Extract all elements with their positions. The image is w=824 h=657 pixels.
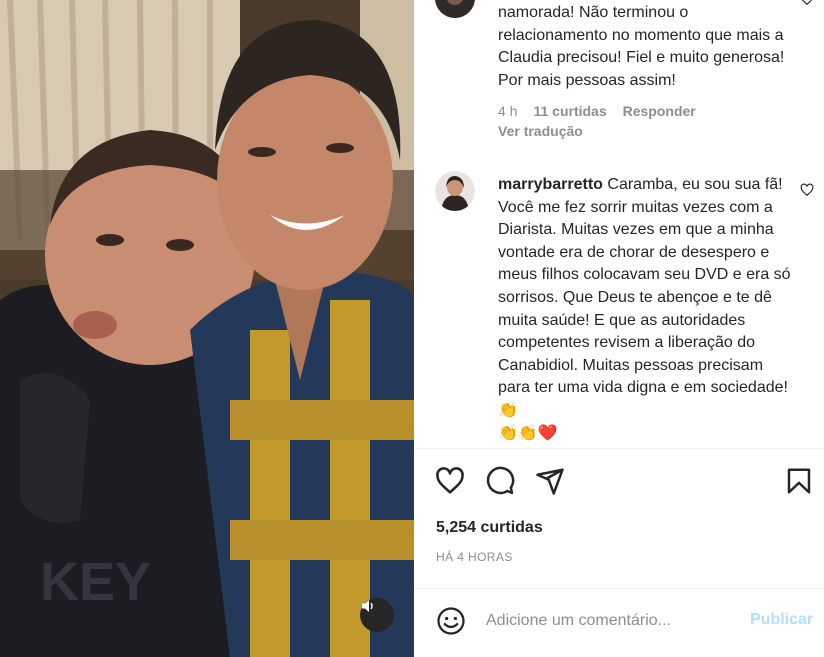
comment-content: Caramba, eu sou sua fã! Você me fez sorr… — [498, 176, 791, 419]
comment-like-icon[interactable] — [800, 0, 814, 6]
comment-likes[interactable]: 11 curtidas — [533, 103, 606, 119]
svg-text:KEY: KEY — [40, 552, 151, 612]
comment-time: 4 h — [498, 103, 518, 119]
likes-count[interactable]: 5,254 curtidas — [436, 519, 543, 537]
comment-meta: 4 h 11 curtidas Responder — [498, 103, 712, 119]
share-send-icon[interactable] — [535, 466, 565, 496]
translate-link[interactable]: Ver tradução — [498, 123, 583, 139]
speaker-icon — [362, 600, 373, 612]
mute-button[interactable] — [360, 598, 394, 632]
comment-username[interactable]: marrybarretto — [498, 176, 603, 193]
avatar[interactable] — [435, 0, 475, 18]
publish-button[interactable]: Publicar — [750, 611, 813, 629]
post-timestamp[interactable]: HÁ 4 HORAS — [436, 550, 513, 564]
comment-text: marrybarretto Caramba, eu sou sua fã! Vo… — [498, 174, 794, 445]
comment-input[interactable] — [486, 606, 736, 636]
post-media[interactable]: KEY — [0, 0, 414, 657]
comment-bubble-icon[interactable] — [485, 466, 515, 496]
add-comment-section: Publicar — [414, 588, 824, 657]
post-actions — [414, 460, 824, 504]
comment-text: namorada! Não terminou o relacionamento … — [498, 4, 785, 89]
comment-like-icon[interactable] — [800, 183, 814, 197]
divider — [414, 448, 824, 449]
post-photo: KEY — [0, 0, 414, 657]
comment-emojis: 👏👏❤️ — [498, 424, 558, 442]
bookmark-icon[interactable] — [784, 466, 814, 496]
post-sidebar: namorada! Não terminou o relacionamento … — [414, 0, 824, 657]
emoji-icon[interactable] — [436, 606, 466, 636]
avatar[interactable] — [435, 171, 475, 211]
reply-button[interactable]: Responder — [623, 103, 696, 119]
like-heart-icon[interactable] — [435, 466, 465, 496]
comments-list: namorada! Não terminou o relacionamento … — [414, 0, 824, 448]
